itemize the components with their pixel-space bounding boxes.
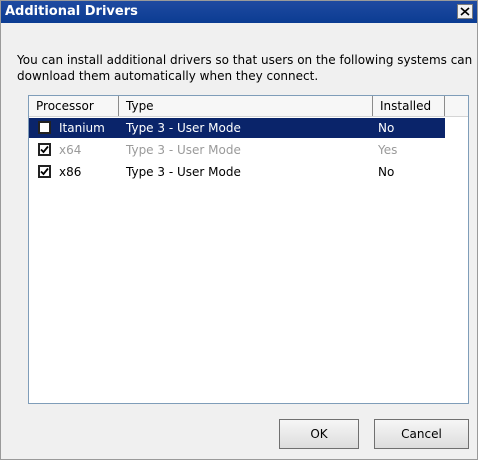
dialog-title: Additional Drivers <box>5 4 138 19</box>
list-header: Processor Type Installed <box>29 96 468 117</box>
list-row-x86[interactable]: x86 Type 3 - User Mode No <box>29 162 445 182</box>
cell-type: Type 3 - User Mode <box>126 165 241 179</box>
ok-button[interactable]: OK <box>279 419 359 449</box>
cancel-button[interactable]: Cancel <box>374 419 469 449</box>
cell-type: Type 3 - User Mode <box>126 121 241 135</box>
title-bar: Additional Drivers <box>1 1 477 23</box>
checkmark-icon <box>40 145 49 154</box>
description-text: You can install additional drivers so th… <box>17 53 473 83</box>
checkbox-x64[interactable] <box>38 143 51 156</box>
cell-processor: x64 <box>59 143 82 157</box>
column-header-installed[interactable]: Installed <box>373 96 445 116</box>
checkbox-x86[interactable] <box>38 165 51 178</box>
column-header-type[interactable]: Type <box>119 96 373 116</box>
column-header-processor[interactable]: Processor <box>29 96 119 116</box>
list-row-itanium[interactable]: Itanium Type 3 - User Mode No <box>29 118 445 138</box>
close-button[interactable] <box>457 4 473 19</box>
list-row-x64[interactable]: x64 Type 3 - User Mode Yes <box>29 140 445 160</box>
cell-type: Type 3 - User Mode <box>126 143 241 157</box>
cell-processor: Itanium <box>59 121 105 135</box>
cell-processor: x86 <box>59 165 82 179</box>
drivers-listview[interactable]: Processor Type Installed Itanium Type 3 … <box>28 95 469 404</box>
close-icon <box>460 7 470 16</box>
additional-drivers-dialog: Additional Drivers You can install addit… <box>0 0 478 460</box>
cell-installed: No <box>378 165 395 179</box>
cell-installed: Yes <box>378 143 398 157</box>
checkbox-itanium[interactable] <box>38 121 51 134</box>
checkmark-icon <box>40 167 49 176</box>
cell-installed: No <box>378 121 395 135</box>
